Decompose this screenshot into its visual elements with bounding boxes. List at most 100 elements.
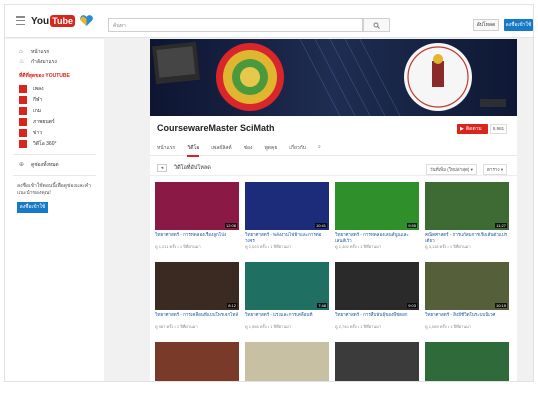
video-thumbnail[interactable]: 6:30: [155, 342, 239, 381]
sidebar-item-label: กำลังมาแรง: [31, 59, 57, 65]
video-duration: 8:12: [227, 303, 237, 308]
video-title[interactable]: วิทยาศาสตร์ - สิ่งมีชีวิตในระบบนิเวศ: [425, 312, 509, 324]
video-card[interactable]: 7:48 วิทยาศาสตร์ - แรงและการเคลื่อนที่ ดู …: [245, 262, 329, 329]
video-thumbnail[interactable]: 8:12: [155, 262, 239, 310]
video-thumbnail[interactable]: 10:41: [245, 182, 329, 230]
video-duration: 11:27: [495, 223, 507, 228]
video-duration: 9:55: [407, 223, 417, 228]
video-title[interactable]: วิทยาศาสตร์ - การสืบพันธุ์ของพืชดอก: [335, 312, 419, 324]
tab-about[interactable]: เกี่ยวกับ: [289, 144, 306, 157]
sidebar-channel-label: ภาพยนตร์: [33, 118, 55, 125]
tab-videos[interactable]: วิดีโอ: [187, 144, 200, 157]
sidebar-channel-item[interactable]: ภาพยนตร์: [5, 116, 104, 127]
video-thumbnail[interactable]: 7:15: [425, 342, 509, 381]
banner-art: [150, 39, 517, 116]
channel-thumbnail: [19, 128, 27, 137]
subscribe-label: ติดตาม: [465, 126, 482, 132]
video-card[interactable]: 7:15คณิตศาสตร์ - เรขาคณิตวิเคราะห์ดู 902…: [425, 342, 509, 381]
video-title[interactable]: วิทยาศาสตร์ - การเคลื่อนที่แบบโพรเจกไทล์: [155, 312, 239, 324]
video-card[interactable]: 10:41 วิทยาศาสตร์ - พลังงานไฟฟ้าและการต่อ…: [245, 182, 329, 249]
sidebar-item-label: หน้าแรก: [31, 49, 50, 55]
search-button[interactable]: [363, 18, 390, 32]
video-thumbnail[interactable]: 9:03: [335, 262, 419, 310]
sidebar-channel-item[interactable]: เพลง: [5, 83, 104, 94]
sort-dropdown[interactable]: วันที่เพิ่ม (ใหม่ล่าสุด) ▾: [426, 164, 477, 175]
video-meta: ดู 2,023 ครั้ง • 1 ปีที่ผ่านมา: [245, 244, 291, 249]
video-title[interactable]: วิทยาศาสตร์ - พลังงานไฟฟ้าและการต่อวงจร: [245, 232, 329, 244]
back-arrow-icon[interactable]: ◂: [157, 164, 167, 172]
sidebar-channel-list: เพลงกีฬาเกมภาพยนตร์ข่าววิดีโอ 360°: [5, 83, 104, 149]
tab-playlists[interactable]: เพลย์ลิสต์: [211, 144, 231, 157]
tab-channels[interactable]: ช่อง: [244, 144, 253, 157]
channel-thumbnail: [19, 139, 27, 148]
channel-thumbnail: [19, 84, 27, 93]
sidebar-channel-label: ข่าว: [33, 129, 43, 136]
upload-button[interactable]: อัปโหลด: [473, 19, 499, 31]
sidebar-item-home[interactable]: ⌂ หน้าแรก: [5, 47, 104, 57]
logo-you-text: You: [31, 15, 50, 27]
video-meta: ดู 1,211 ครั้ง • 1 ปีที่ผ่านมา: [155, 244, 201, 249]
home-icon: ⌂: [19, 49, 23, 55]
video-duration: 10:41: [314, 223, 327, 228]
sidebar-item-browse-channels[interactable]: ⊕ ดูช่องทั้งหมด: [5, 160, 104, 170]
channel-tabs: หน้าแรก วิดีโอ เพลย์ลิสต์ ช่อง พูดคุย เก…: [157, 144, 333, 157]
sidebar: ⌂ หน้าแรก ♨ กำลังมาแรง ที่ดีที่สุดของ YO…: [5, 39, 104, 381]
video-duration: 9:03: [407, 303, 417, 308]
browser-frame: You Tube ค้นหา อัปโหลด ลงชื่อเข้าใช้ ⌂ ห…: [4, 4, 534, 382]
sidebar-channel-item[interactable]: เกม: [5, 105, 104, 116]
tab-home[interactable]: หน้าแรก: [157, 144, 175, 157]
subscribe-button[interactable]: ▶ ติดตาม: [457, 124, 488, 134]
sidebar-channel-item[interactable]: ข่าว: [5, 127, 104, 138]
channel-card: CoursewareMaster SciMath ▶ ติดตาม 5,981 …: [150, 116, 517, 381]
subscriber-count: 5,981: [490, 124, 507, 134]
video-card[interactable]: 9:21วิทยาศาสตร์ - ปฏิกิริยาเคมีดู 1,677 …: [335, 342, 419, 381]
filter-bar: ◂ วิดีโอที่อัปโหลด วันที่เพิ่ม (ใหม่ล่าส…: [150, 158, 517, 176]
play-icon: ▶: [460, 126, 464, 132]
sidebar-signin-note: ลงชื่อเข้าใช้ตอนนี้เพื่อดูช่องและคำแนะนำ…: [17, 183, 91, 196]
video-thumbnail[interactable]: 8:44: [245, 342, 329, 381]
video-card[interactable]: 8:44คณิตศาสตร์ - สถิติและความน่าจะเป็นดู…: [245, 342, 329, 381]
sidebar-channel-item[interactable]: กีฬา: [5, 94, 104, 105]
sidebar-channel-label: เพลง: [33, 85, 44, 92]
signin-button[interactable]: ลงชื่อเข้าใช้: [504, 19, 533, 31]
sidebar-divider: [13, 175, 96, 176]
video-card[interactable]: 6:30วิทยาศาสตร์ - เซลล์ของสิ่งมีชีวิตดู …: [155, 342, 239, 381]
video-thumbnail[interactable]: 9:21: [335, 342, 419, 381]
channel-thumbnail: [19, 106, 27, 115]
video-thumbnail[interactable]: 7:48: [245, 262, 329, 310]
video-card[interactable]: 8:12 วิทยาศาสตร์ - การเคลื่อนที่แบบโพรเจก…: [155, 262, 239, 329]
tab-search-icon[interactable]: ⌕: [318, 144, 321, 157]
sidebar-item-trending[interactable]: ♨ กำลังมาแรง: [5, 57, 104, 67]
search-input[interactable]: ค้นหา: [108, 18, 363, 32]
youtube-logo[interactable]: You Tube: [31, 14, 94, 28]
video-thumbnail[interactable]: 9:55: [335, 182, 419, 230]
video-title[interactable]: คณิตศาสตร์ - การแก้สมการเชิงเส้นตัวแปรเด…: [425, 232, 509, 244]
video-duration: 10:19: [494, 303, 507, 308]
sidebar-divider: [13, 154, 96, 155]
video-title[interactable]: วิทยาศาสตร์ - แรงและการเคลื่อนที่: [245, 312, 329, 324]
video-thumbnail[interactable]: 12:08: [155, 182, 239, 230]
video-meta: ดู 987 ครั้ง • 1 ปีที่ผ่านมา: [155, 324, 198, 329]
channel-title: CoursewareMaster SciMath: [157, 123, 275, 133]
video-meta: ดู 3,118 ครั้ง • 1 ปีที่ผ่านมา: [425, 244, 471, 249]
sidebar-channel-label: เกม: [33, 107, 42, 114]
video-title[interactable]: วิทยาศาสตร์ - การทดลองเรื่องลูกโป่ง: [155, 232, 239, 244]
video-duration: 7:48: [317, 303, 327, 308]
top-bar: You Tube ค้นหา อัปโหลด ลงชื่อเข้าใช้: [5, 5, 533, 38]
video-card[interactable]: 9:03 วิทยาศาสตร์ - การสืบพันธุ์ของพืชดอกด…: [335, 262, 419, 329]
video-card[interactable]: 12:08 วิทยาศาสตร์ - การทดลองเรื่องลูกโป่ง…: [155, 182, 239, 249]
logo-tube-text: Tube: [50, 15, 75, 27]
video-thumbnail[interactable]: 11:27: [425, 182, 509, 230]
tab-discussion[interactable]: พูดคุย: [264, 144, 277, 157]
sidebar-channel-item[interactable]: วิดีโอ 360°: [5, 138, 104, 149]
video-card[interactable]: 11:27 คณิตศาสตร์ - การแก้สมการเชิงเส้นตัว…: [425, 182, 509, 249]
hamburger-menu-icon[interactable]: [16, 16, 25, 25]
video-card[interactable]: 9:55 วิทยาศาสตร์ - การทดลองเลนส์นูนและเลน…: [335, 182, 419, 249]
video-card[interactable]: 10:19 วิทยาศาสตร์ - สิ่งมีชีวิตในระบบนิเว…: [425, 262, 509, 329]
video-title[interactable]: วิทยาศาสตร์ - การทดลองเลนส์นูนและเลนส์เว…: [335, 232, 419, 244]
view-dropdown[interactable]: ตาราง ▾: [483, 164, 508, 175]
channel-thumbnail: [19, 95, 27, 104]
video-thumbnail[interactable]: 10:19: [425, 262, 509, 310]
sidebar-channel-label: วิดีโอ 360°: [33, 140, 57, 147]
sidebar-signin-button[interactable]: ลงชื่อเข้าใช้: [17, 202, 48, 213]
